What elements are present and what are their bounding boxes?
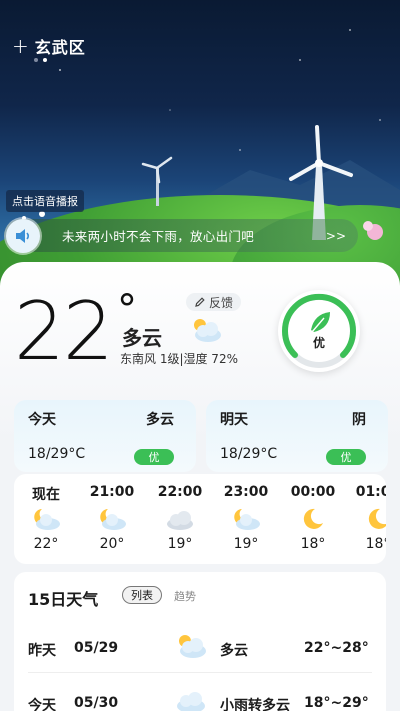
cloud-icon <box>167 511 193 530</box>
aqi-badge: 优 <box>326 449 366 465</box>
feedback-label: 反馈 <box>208 295 233 310</box>
fifteen-day-forecast: 15日天气 列表 趋势 昨天 05/29 多云 22°~28° 今天 05/30… <box>14 572 386 711</box>
forecast-range: 22°~28° <box>304 640 369 656</box>
day-condition: 多云 <box>146 412 174 428</box>
forecast-date: 05/30 <box>74 695 119 711</box>
hour-temp: 18° <box>300 536 326 552</box>
day-temp-range: 18/29°C <box>220 446 278 462</box>
page-indicator <box>34 58 47 62</box>
forecast-condition: 多云 <box>220 643 248 659</box>
hour-time: 现在 <box>32 487 60 503</box>
moon-cloud-icon <box>34 509 60 530</box>
forecast-date: 05/29 <box>74 640 119 656</box>
day-condition: 阴 <box>352 412 366 428</box>
feedback-button[interactable]: 反馈 <box>186 293 241 311</box>
hour-time: 01:00 <box>355 484 386 500</box>
moon-cloud-icon <box>100 509 126 530</box>
cloud-sun-icon <box>194 319 221 342</box>
moon-cloud-icon <box>234 509 260 530</box>
hour-temp: 22° <box>33 536 59 552</box>
hour-time: 00:00 <box>290 484 336 500</box>
forecast-row[interactable]: 昨天 05/29 多云 22°~28° <box>14 632 386 672</box>
hour-temp: 19° <box>167 536 193 552</box>
hour-temp: 18° <box>365 536 386 552</box>
wind-humidity: 东南风 1级|湿度 72% <box>120 352 238 366</box>
hourly-forecast[interactable]: 现在 22° 21:00 20° 22:00 19° 23:00 19° 00:… <box>14 474 386 564</box>
hour-temp: 19° <box>233 536 259 552</box>
cloud-icon <box>177 692 205 711</box>
forecast-condition: 小雨转多云 <box>220 698 290 711</box>
day-label: 今天 <box>28 412 56 428</box>
page-dot <box>34 58 38 62</box>
rain-alert-banner[interactable]: 未来两小时不会下雨，放心出门吧 >> <box>4 218 358 253</box>
aqi-level: 优 <box>312 335 325 350</box>
hour-time: 21:00 <box>89 484 135 500</box>
pencil-icon <box>195 297 205 307</box>
hour-time: 22:00 <box>157 484 203 500</box>
double-chevron-right-icon[interactable]: >> <box>326 229 346 243</box>
current-condition: 多云 <box>122 326 162 350</box>
moon-icon <box>368 508 386 529</box>
moon-icon <box>303 508 323 529</box>
aqi-ring <box>282 294 356 368</box>
location-header[interactable]: + 玄武区 <box>12 34 86 58</box>
forecast-day: 昨天 <box>28 643 56 659</box>
voice-broadcast-label[interactable]: 点击语音播报 <box>6 190 84 212</box>
current-temperature: 22 <box>14 285 114 378</box>
day-label: 明天 <box>220 412 248 428</box>
day-temp-range: 18/29°C <box>28 446 86 462</box>
air-quality-badge[interactable]: 优 <box>278 290 360 372</box>
forecast-day: 今天 <box>28 698 56 711</box>
divider <box>28 672 372 673</box>
aqi-badge: 优 <box>134 449 174 465</box>
today-card[interactable]: 今天 多云 18/29°C 优 <box>14 400 196 472</box>
forecast-title: 15日天气 <box>28 590 99 609</box>
city-name[interactable]: 玄武区 <box>35 34 86 58</box>
cloud-sun-icon <box>179 635 206 658</box>
tab-list[interactable]: 列表 <box>122 586 162 604</box>
page-dot-active <box>43 58 47 62</box>
tomorrow-card[interactable]: 明天 阴 18/29°C 优 <box>206 400 388 472</box>
forecast-row[interactable]: 今天 05/30 小雨转多云 18°~29° <box>14 687 386 711</box>
hour-time: 23:00 <box>223 484 269 500</box>
forecast-range: 18°~29° <box>304 695 369 711</box>
tab-trend[interactable]: 趋势 <box>174 588 196 604</box>
rain-alert-message: 未来两小时不会下雨，放心出门吧 <box>62 229 255 244</box>
hour-temp: 20° <box>99 536 125 552</box>
add-city-button[interactable]: + <box>12 36 29 56</box>
speaker-icon[interactable] <box>6 218 40 253</box>
